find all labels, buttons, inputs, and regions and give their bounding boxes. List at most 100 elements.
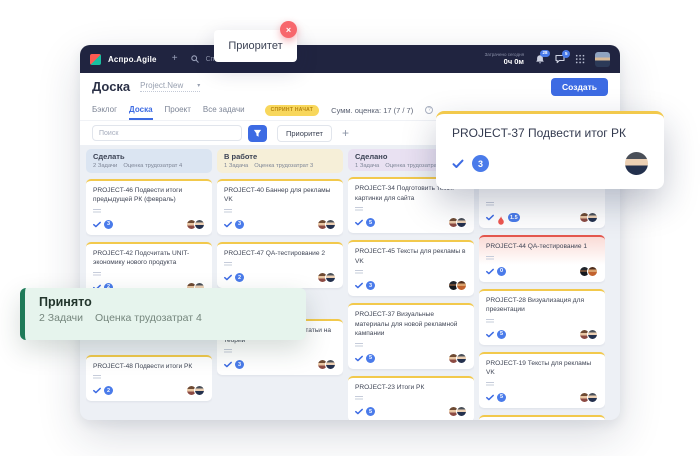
task-card[interactable]: PROJECT-48 Подвести итоги РК 2 <box>86 355 212 402</box>
check-icon <box>355 408 363 415</box>
chevron-down-icon: ▾ <box>197 82 200 89</box>
project-selector[interactable]: Project.New ▾ <box>140 81 200 92</box>
task-title: PROJECT-45 Тексты для рекламы в VK <box>355 247 467 266</box>
avatar <box>194 385 205 396</box>
check-icon <box>224 361 232 368</box>
sprint-status-badge: СПРИНТ НАЧАТ <box>265 105 320 116</box>
user-avatar[interactable] <box>595 52 610 67</box>
search-input[interactable] <box>92 125 242 141</box>
avatar <box>456 353 467 364</box>
description-icon <box>224 209 232 210</box>
add-icon[interactable]: + <box>172 54 178 64</box>
task-card[interactable]: PROJECT-28 Визуализация для презентации … <box>479 289 605 345</box>
avatar <box>456 280 467 291</box>
column-estimate: Оценка трудозатрат 3 <box>254 163 313 169</box>
check-icon <box>486 268 494 275</box>
column-task-count: 2 Задачи <box>93 163 117 169</box>
task-card[interactable]: PROJECT-46 Подвести итоги предыдущей РК … <box>86 179 212 235</box>
task-title: PROJECT-46 Подвести итоги предыдущей РК … <box>93 186 205 205</box>
create-button[interactable]: Создать <box>551 78 608 96</box>
column-cards: 1.5 PROJECT-44 QA-тестирование 1 0 PROJE… <box>479 177 605 420</box>
tab[interactable]: Доска <box>129 100 152 120</box>
task-card[interactable]: PROJECT-23 Итоги РК 5 <box>348 376 474 420</box>
assignees <box>579 329 598 340</box>
tab[interactable]: Все задачи <box>203 100 245 120</box>
assignees <box>579 266 598 277</box>
points-badge: 5 <box>366 218 375 227</box>
task-card[interactable]: PROJECT-44 QA-тестирование 1 0 <box>479 235 605 282</box>
filter-button[interactable] <box>248 125 267 142</box>
info-icon[interactable]: ? <box>425 106 433 114</box>
top-navbar: Аспро.Agile + Сп Затрачено сегодня 0ч 0м… <box>80 45 620 73</box>
assignees <box>186 219 205 230</box>
task-card[interactable]: PROJECT-19 Тексты для рекламы VK 5 <box>479 352 605 408</box>
description-icon <box>355 396 363 397</box>
column-title: Сделать <box>93 152 205 161</box>
task-title: PROJECT-42 Подсчитать UNIT-экономику нов… <box>93 249 205 268</box>
description-icon <box>93 375 101 376</box>
task-title: PROJECT-44 QA-тестирование 1 <box>486 242 598 252</box>
column-header[interactable]: Сделать 2 Задачи Оценка трудозатрат 4 <box>86 149 212 173</box>
time-tracker: Затрачено сегодня 0ч 0м <box>485 52 524 67</box>
notifications-button[interactable]: 28 <box>535 54 545 65</box>
column-task-count: 1 Задача <box>355 163 379 169</box>
points-badge: 1.5 <box>508 213 520 222</box>
accepted-column-card[interactable]: Принято 2 Задачи Оценка трудозатрат 4 <box>20 288 306 340</box>
avatar <box>587 212 598 223</box>
task-popup-title: PROJECT-37 Подвести итог РК <box>452 126 648 140</box>
check-icon <box>486 394 494 401</box>
points-badge: 3 <box>366 281 375 290</box>
column-cards: PROJECT-34 Подготовить текст/картинки дл… <box>348 177 474 420</box>
task-title: PROJECT-23 Итоги РК <box>355 383 467 393</box>
tab[interactable]: Проект <box>165 100 191 120</box>
task-card[interactable]: PROJECT-45 Тексты для рекламы в VK 3 <box>348 240 474 296</box>
task-title: PROJECT-48 Подвести итоги РК <box>93 362 205 372</box>
priority-filter-chip[interactable]: Приоритет <box>277 125 332 142</box>
board-column: Сделать 2 Задачи Оценка трудозатрат 4 PR… <box>86 149 212 420</box>
tabs: Бэклог Доска Проект Все задачи <box>92 100 245 120</box>
messages-badge: 5 <box>562 50 570 58</box>
app-window: Аспро.Agile + Сп Затрачено сегодня 0ч 0м… <box>80 45 620 420</box>
task-title: PROJECT-37 Визуальные материалы для ново… <box>355 310 467 339</box>
task-popup-card[interactable]: PROJECT-37 Подвести итог РК 3 <box>436 111 664 189</box>
avatar <box>325 219 336 230</box>
assignees <box>448 406 467 417</box>
check-icon <box>355 219 363 226</box>
accepted-title: Принято <box>39 295 292 309</box>
check-icon <box>224 221 232 228</box>
board-column: Сделано 1 Задача Оценка трудозатрат 5 PR… <box>348 149 474 420</box>
close-icon[interactable]: × <box>280 21 297 38</box>
time-value: 0ч 0м <box>485 57 524 66</box>
task-card[interactable]: PROJECT-40 Баннер для рекламы VK 3 <box>217 179 343 235</box>
page-header: Доска Project.New ▾ Создать <box>80 73 620 100</box>
check-icon <box>355 355 363 362</box>
avatar <box>325 272 336 283</box>
assignees <box>579 392 598 403</box>
points-badge: 2 <box>104 386 113 395</box>
task-card[interactable]: PROJECT-47 QA-тестирование 2 2 <box>217 242 343 289</box>
avatar <box>456 406 467 417</box>
messages-button[interactable]: 5 <box>555 54 565 64</box>
avatar <box>325 359 336 370</box>
avatar <box>587 266 598 277</box>
description-icon <box>355 207 363 208</box>
assignees <box>186 385 205 396</box>
funnel-icon <box>253 129 262 138</box>
column-header[interactable]: В работе 1 Задача Оценка трудозатрат 3 <box>217 149 343 173</box>
task-card[interactable]: PROJECT-16 Подвести итоги РК <box>479 415 605 420</box>
board-column: В работе 1 Задача Оценка трудозатрат 3 P… <box>217 149 343 420</box>
points-badge: 5 <box>497 393 506 402</box>
description-icon <box>486 319 494 320</box>
search-icon[interactable] <box>191 55 199 63</box>
assignees <box>317 272 336 283</box>
description-icon <box>224 349 232 350</box>
assignees <box>317 219 336 230</box>
check-icon <box>224 274 232 281</box>
task-card[interactable]: PROJECT-37 Визуальные материалы для ново… <box>348 303 474 369</box>
apps-grid-icon[interactable] <box>575 54 585 64</box>
tab[interactable]: Бэклог <box>92 100 117 120</box>
avatar <box>587 329 598 340</box>
page-title: Доска <box>92 79 130 94</box>
task-title: PROJECT-47 QA-тестирование 2 <box>224 249 336 259</box>
add-filter-button[interactable]: + <box>342 127 349 139</box>
